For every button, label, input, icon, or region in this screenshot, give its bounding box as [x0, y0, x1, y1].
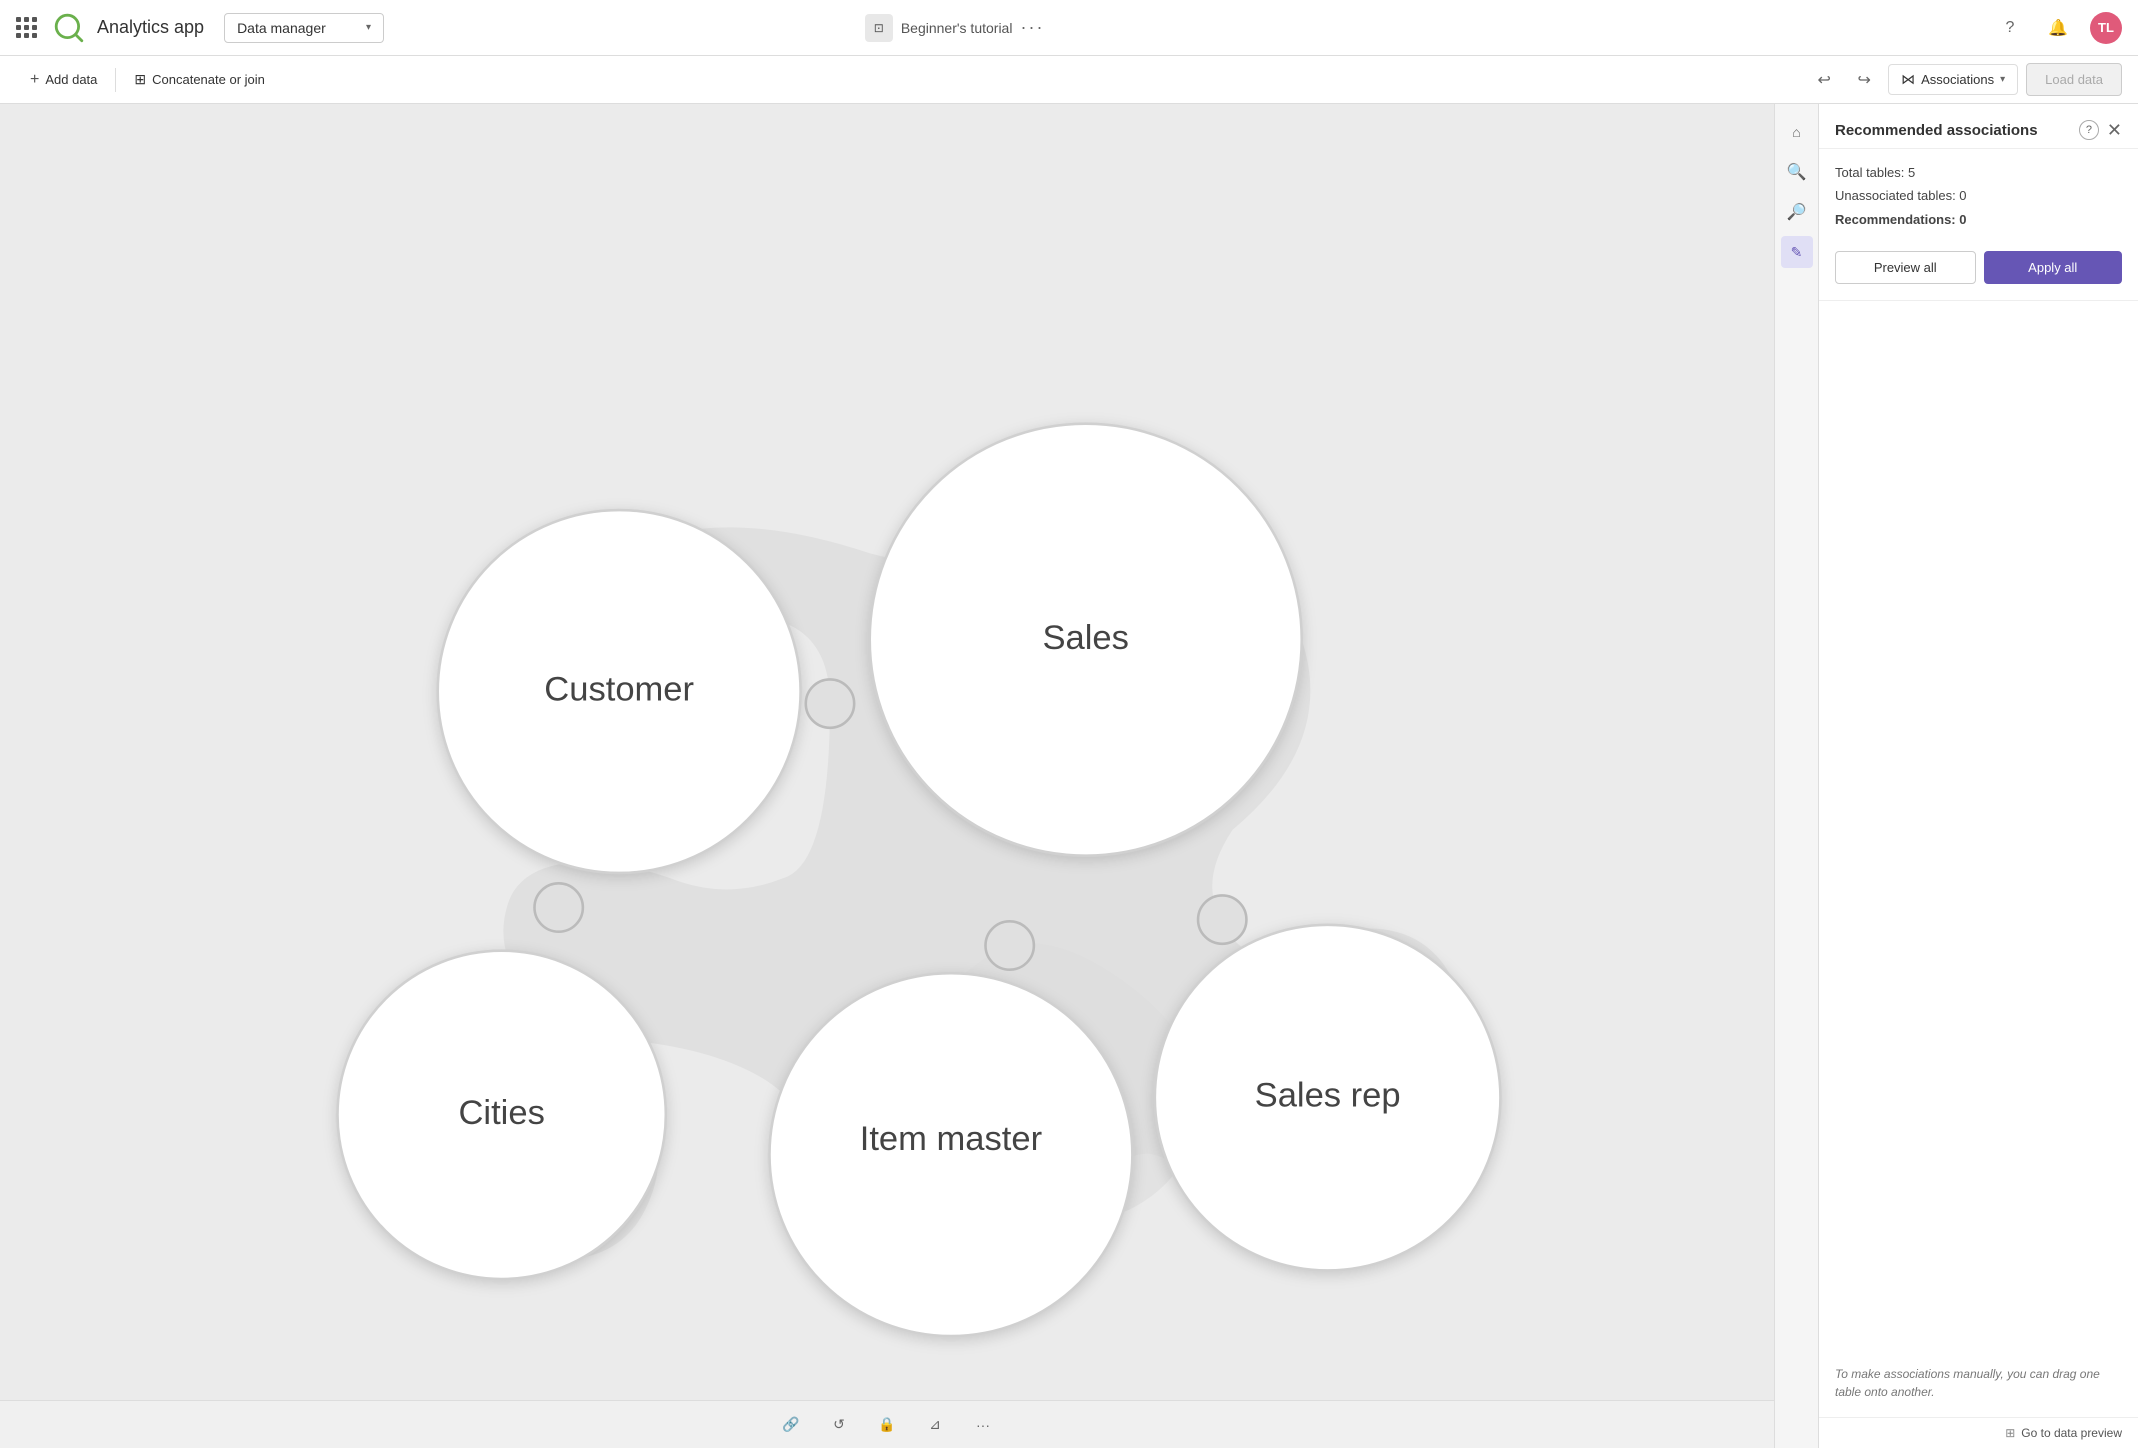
more-options-button[interactable]: ··· [967, 1409, 999, 1441]
tutorial-label: Beginner's tutorial [901, 20, 1013, 36]
load-data-label: Load data [2045, 72, 2103, 87]
top-navigation: Analytics app Data manager ▾ ⊡ Beginner'… [0, 0, 2138, 56]
qlik-logo[interactable] [53, 12, 85, 44]
home-view-button[interactable]: ⌂ [1781, 116, 1813, 148]
rotate-icon: ↺ [833, 1416, 845, 1433]
panel-actions: Preview all Apply all [1819, 243, 2138, 301]
app-title: Analytics app [97, 17, 204, 38]
connection-dot-1[interactable] [806, 679, 854, 727]
qlik-logo-svg [53, 12, 85, 44]
lock-icon-button[interactable]: 🔒 [871, 1409, 903, 1441]
add-data-label: Add data [45, 72, 97, 87]
canvas-area[interactable]: Customer Sales Cities Item master Sales … [0, 104, 1818, 1448]
associations-icon: ⋈ [1901, 71, 1915, 88]
data-manager-dropdown[interactable]: Data manager ▾ [224, 13, 384, 43]
add-data-button[interactable]: + Add data [16, 63, 111, 97]
graph-svg: Customer Sales Cities Item master Sales … [0, 104, 1774, 1400]
item-master-node-label: Item master [860, 1120, 1042, 1158]
main-toolbar: + Add data ⊞ Concatenate or join ↩ ↪ ⋈ A… [0, 56, 2138, 104]
associations-button[interactable]: ⋈ Associations ▾ [1888, 64, 2018, 95]
side-toolbar: ⌂ 🔍 🔍 ✎ [1774, 104, 1818, 1448]
zoom-in-icon: 🔍 [1787, 162, 1807, 182]
load-data-button[interactable]: Load data [2026, 63, 2122, 96]
link-icon-button[interactable]: 🔗 [775, 1409, 807, 1441]
pen-icon: ✎ [1791, 244, 1803, 261]
tutorial-icon: ⊡ [865, 14, 893, 42]
plus-icon: + [30, 71, 39, 89]
apply-all-button[interactable]: Apply all [1984, 251, 2123, 284]
footer-hint: To make associations manually, you can d… [1835, 1367, 2100, 1399]
data-preview-footer: ⊞ Go to data preview [1819, 1417, 2138, 1448]
redo-button[interactable]: ↪ [1848, 64, 1880, 96]
notifications-icon[interactable]: 🔔 [2042, 12, 2074, 44]
main-content: Customer Sales Cities Item master Sales … [0, 104, 2138, 1448]
tutorial-more-icon[interactable]: ··· [1020, 17, 1044, 38]
zoom-in-button[interactable]: 🔍 [1781, 156, 1813, 188]
undo-button[interactable]: ↩ [1808, 64, 1840, 96]
pen-tool-button[interactable]: ✎ [1781, 236, 1813, 268]
connection-dot-2[interactable] [534, 883, 582, 931]
preview-icon: ⊞ [2005, 1426, 2015, 1440]
associations-chevron-icon: ▾ [2000, 74, 2005, 85]
filter-icon-button[interactable]: ⊿ [919, 1409, 951, 1441]
tutorial-section: ⊡ Beginner's tutorial ··· [865, 14, 1045, 42]
recommendations-panel: Recommended associations ? ✕ Total table… [1818, 104, 2138, 1448]
chevron-down-icon: ▾ [366, 22, 371, 33]
bottom-toolbar: 🔗 ↺ 🔒 ⊿ ··· [0, 1400, 1774, 1448]
sales-rep-node-label: Sales rep [1255, 1077, 1401, 1115]
zoom-out-button[interactable]: 🔍 [1781, 196, 1813, 228]
panel-footer-text: To make associations manually, you can d… [1819, 1349, 2138, 1417]
connection-dot-4[interactable] [1198, 895, 1246, 943]
concatenate-icon: ⊞ [134, 71, 146, 88]
preview-all-button[interactable]: Preview all [1835, 251, 1976, 284]
total-tables-stat: Total tables: 5 [1835, 161, 2122, 184]
panel-header: Recommended associations ? ✕ [1819, 104, 2138, 149]
sales-node-label: Sales [1043, 619, 1129, 657]
lock-icon: 🔒 [878, 1416, 895, 1433]
panel-close-button[interactable]: ✕ [2107, 121, 2122, 139]
nav-right-actions: ? 🔔 TL [1994, 12, 2122, 44]
link-icon: 🔗 [782, 1416, 799, 1433]
graph-container: Customer Sales Cities Item master Sales … [0, 104, 1774, 1400]
help-icon[interactable]: ? [1994, 12, 2026, 44]
dropdown-label: Data manager [237, 20, 326, 36]
cities-node-label: Cities [458, 1094, 544, 1132]
filter-icon: ⊿ [929, 1416, 941, 1433]
grid-menu-icon[interactable] [16, 17, 37, 38]
rotate-icon-button[interactable]: ↺ [823, 1409, 855, 1441]
data-preview-label[interactable]: Go to data preview [2021, 1426, 2122, 1440]
concatenate-join-button[interactable]: ⊞ Concatenate or join [120, 63, 278, 96]
zoom-out-icon: 🔍 [1787, 202, 1807, 222]
toolbar-divider [115, 68, 116, 92]
more-icon: ··· [976, 1417, 990, 1433]
concatenate-label: Concatenate or join [152, 72, 265, 87]
home-icon: ⌂ [1792, 124, 1800, 140]
connection-dot-3[interactable] [985, 921, 1033, 969]
panel-stats: Total tables: 5 Unassociated tables: 0 R… [1819, 149, 2138, 243]
unassociated-stat: Unassociated tables: 0 [1835, 184, 2122, 207]
associations-label: Associations [1921, 72, 1994, 87]
avatar[interactable]: TL [2090, 12, 2122, 44]
panel-help-icon[interactable]: ? [2079, 120, 2099, 140]
customer-node-label: Customer [544, 671, 694, 709]
nav-center: ⊡ Beginner's tutorial ··· [865, 14, 1045, 42]
panel-title: Recommended associations [1835, 122, 2079, 139]
toolbar-right: ↩ ↪ ⋈ Associations ▾ Load data [1808, 63, 2122, 96]
recommendations-stat: Recommendations: 0 [1835, 208, 2122, 231]
